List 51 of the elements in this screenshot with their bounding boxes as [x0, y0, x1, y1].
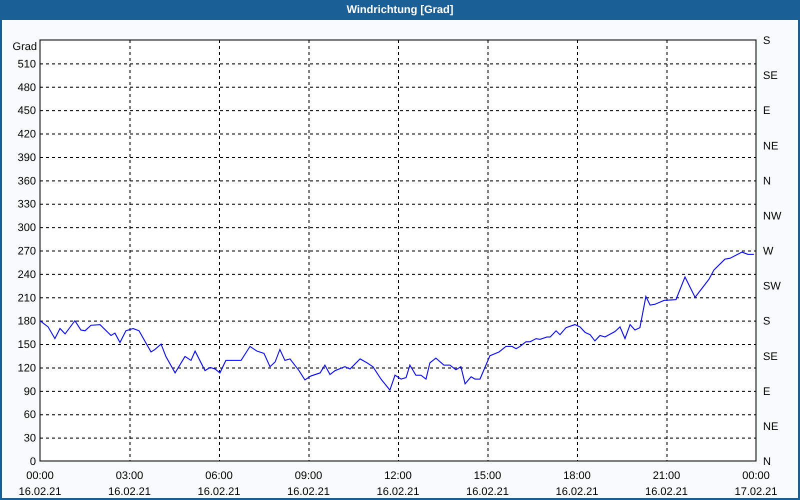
date-label: 16.02.21 — [645, 486, 688, 498]
compass-label: E — [763, 105, 770, 118]
y-axis-label: 480 — [18, 82, 36, 94]
y-axis-label: 150 — [18, 339, 36, 352]
axis-unit-label: Grad — [12, 41, 37, 53]
y-axis-label: 390 — [18, 152, 36, 164]
compass-label: N — [763, 456, 771, 468]
y-axis-label: 30 — [24, 432, 36, 445]
y-axis-label: 210 — [18, 292, 36, 304]
y-axis-label: 330 — [18, 198, 36, 211]
y-axis-label: 270 — [18, 246, 36, 258]
date-label: 16.02.21 — [108, 486, 151, 498]
x-axis-label: 21:00 — [652, 470, 680, 482]
compass-label: W — [763, 246, 774, 258]
compass-label: SE — [763, 350, 778, 363]
compass-label: S — [763, 35, 770, 47]
compass-label: N — [763, 175, 771, 188]
date-label: 17.02.21 — [734, 486, 778, 498]
date-label: 16.02.21 — [556, 486, 598, 498]
x-axis-label: 15:00 — [474, 470, 502, 482]
y-axis-label: 300 — [18, 222, 36, 234]
y-axis-label: 60 — [24, 409, 36, 422]
y-axis-label: 450 — [18, 105, 36, 118]
y-axis-label: 120 — [18, 362, 36, 374]
compass-label: E — [763, 386, 770, 398]
x-axis-label: 00:00 — [26, 470, 54, 482]
compass-label: NW — [763, 210, 782, 222]
compass-label: NE — [763, 140, 778, 152]
compass-label: SW — [763, 280, 781, 293]
x-axis-label: 18:00 — [563, 470, 591, 482]
x-axis-label: 00:00 — [742, 470, 770, 482]
y-axis-label: 0 — [30, 456, 36, 468]
x-axis-label: 09:00 — [294, 470, 322, 482]
x-axis-label: 06:00 — [205, 470, 233, 482]
date-label: 16.02.21 — [18, 486, 62, 498]
y-axis-label: 240 — [18, 268, 36, 281]
date-label: 16.02.21 — [287, 486, 330, 498]
date-label: 16.02.21 — [376, 486, 420, 498]
date-label: 16.02.21 — [198, 486, 240, 498]
y-axis-label: 510 — [18, 58, 36, 70]
x-axis-label: 12:00 — [384, 470, 412, 482]
date-label: 16.02.21 — [466, 486, 509, 498]
compass-label: NE — [763, 420, 778, 433]
y-axis-label: 420 — [18, 128, 36, 141]
compass-label: S — [763, 316, 770, 328]
y-axis-label: 180 — [18, 316, 36, 328]
x-axis-label: 03:00 — [116, 470, 144, 482]
y-axis-label: 90 — [24, 386, 36, 398]
window-title: Windrichtung [Grad] — [0, 0, 800, 20]
y-axis-label: 360 — [18, 175, 36, 188]
compass-label: SE — [763, 70, 778, 82]
